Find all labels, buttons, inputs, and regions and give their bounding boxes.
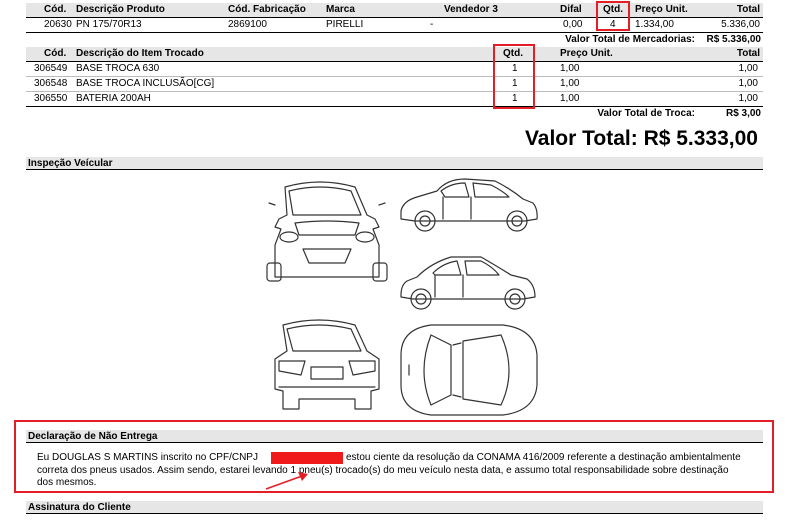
trade-cell-cod: 306548 [34,78,68,89]
trade-total-label: Valor Total de Troca: [597,108,695,119]
trade-cell-cod: 306550 [34,93,68,104]
trade-cell-total: 1,00 [738,93,758,104]
trade-cell-preco: 1,00 [560,63,580,74]
arrow-icon [265,472,308,490]
trade-cell-descricao: BATERIA 200AH [76,93,151,104]
products-row-line [26,32,763,33]
trade-col-descricao: Descrição do Item Trocado [76,48,204,59]
trade-cell-cod: 306549 [34,63,68,74]
trade-bottom-line [26,106,763,107]
qtd-highlight [596,1,630,31]
trade-cell-total: 1,00 [738,63,758,74]
cell-total: 5.336,00 [721,19,760,30]
car-top-view [400,324,538,416]
col-total: Total [736,4,760,15]
trade-cell-total: 1,00 [738,78,758,89]
declaration-text-line3: dos mesmos. [37,477,97,488]
car-side-view-right [400,178,538,232]
redacted-cpf [271,452,343,464]
cell-vendedor: - [430,19,434,30]
trade-header-line [26,61,763,62]
cell-cod: 20630 [44,19,72,30]
signature-title: Assinatura do Cliente [26,501,763,514]
trade-cell-preco: 1,00 [560,93,580,104]
col-cod: Cód. [44,4,67,15]
products-total-value: R$ 5.336,00 [706,34,762,45]
col-vendedor: Vendedor 3 [444,4,498,15]
col-fabricacao: Cód. Fabricação [228,4,306,15]
products-header-line [26,17,763,18]
trade-qtd-highlight [493,44,535,109]
car-rear-view [274,319,380,410]
col-difal: Difal [560,4,582,15]
car-side-view-left [400,256,536,310]
cell-descricao: PN 175/70R13 [76,19,142,30]
col-descricao: Descrição Produto [76,4,165,15]
trade-cell-descricao: BASE TROCA INCLUSÃO[CG] [76,78,215,89]
declaration-text-line2: correta dos pneus usados. Assim sendo, e… [37,465,729,476]
trade-col-cod: Cód. [44,48,67,59]
cell-fabricacao: 2869100 [228,19,267,30]
cell-marca: PIRELLI [326,19,364,30]
trade-cell-descricao: BASE TROCA 630 [76,63,160,74]
declaration-text-start: Eu DOUGLAS S MARTINS inscrito no CPF/CNP… [37,452,258,463]
trade-col-total: Total [736,48,760,59]
trade-total-value: R$ 3,00 [725,108,761,119]
col-marca: Marca [326,4,355,15]
inspection-title: Inspeção Veícular [26,157,763,170]
col-preco: Preço Unit. [635,4,688,15]
row-divider [26,76,763,77]
trade-cell-preco: 1,00 [560,78,580,89]
declaration-text-end: estou ciente da resolução da CONAMA 416/… [346,452,741,463]
trade-col-preco: Preço Unit. [560,48,613,59]
row-divider [26,91,763,92]
vehicle-inspection-diagram [266,178,538,416]
cell-difal: 0,00 [563,19,583,30]
cell-preco: 1.334,00 [635,19,674,30]
car-front-view [266,181,388,282]
grand-total: Valor Total: R$ 5.333,00 [524,127,758,150]
declaration-title: Declaração de Não Entrega [26,430,763,443]
